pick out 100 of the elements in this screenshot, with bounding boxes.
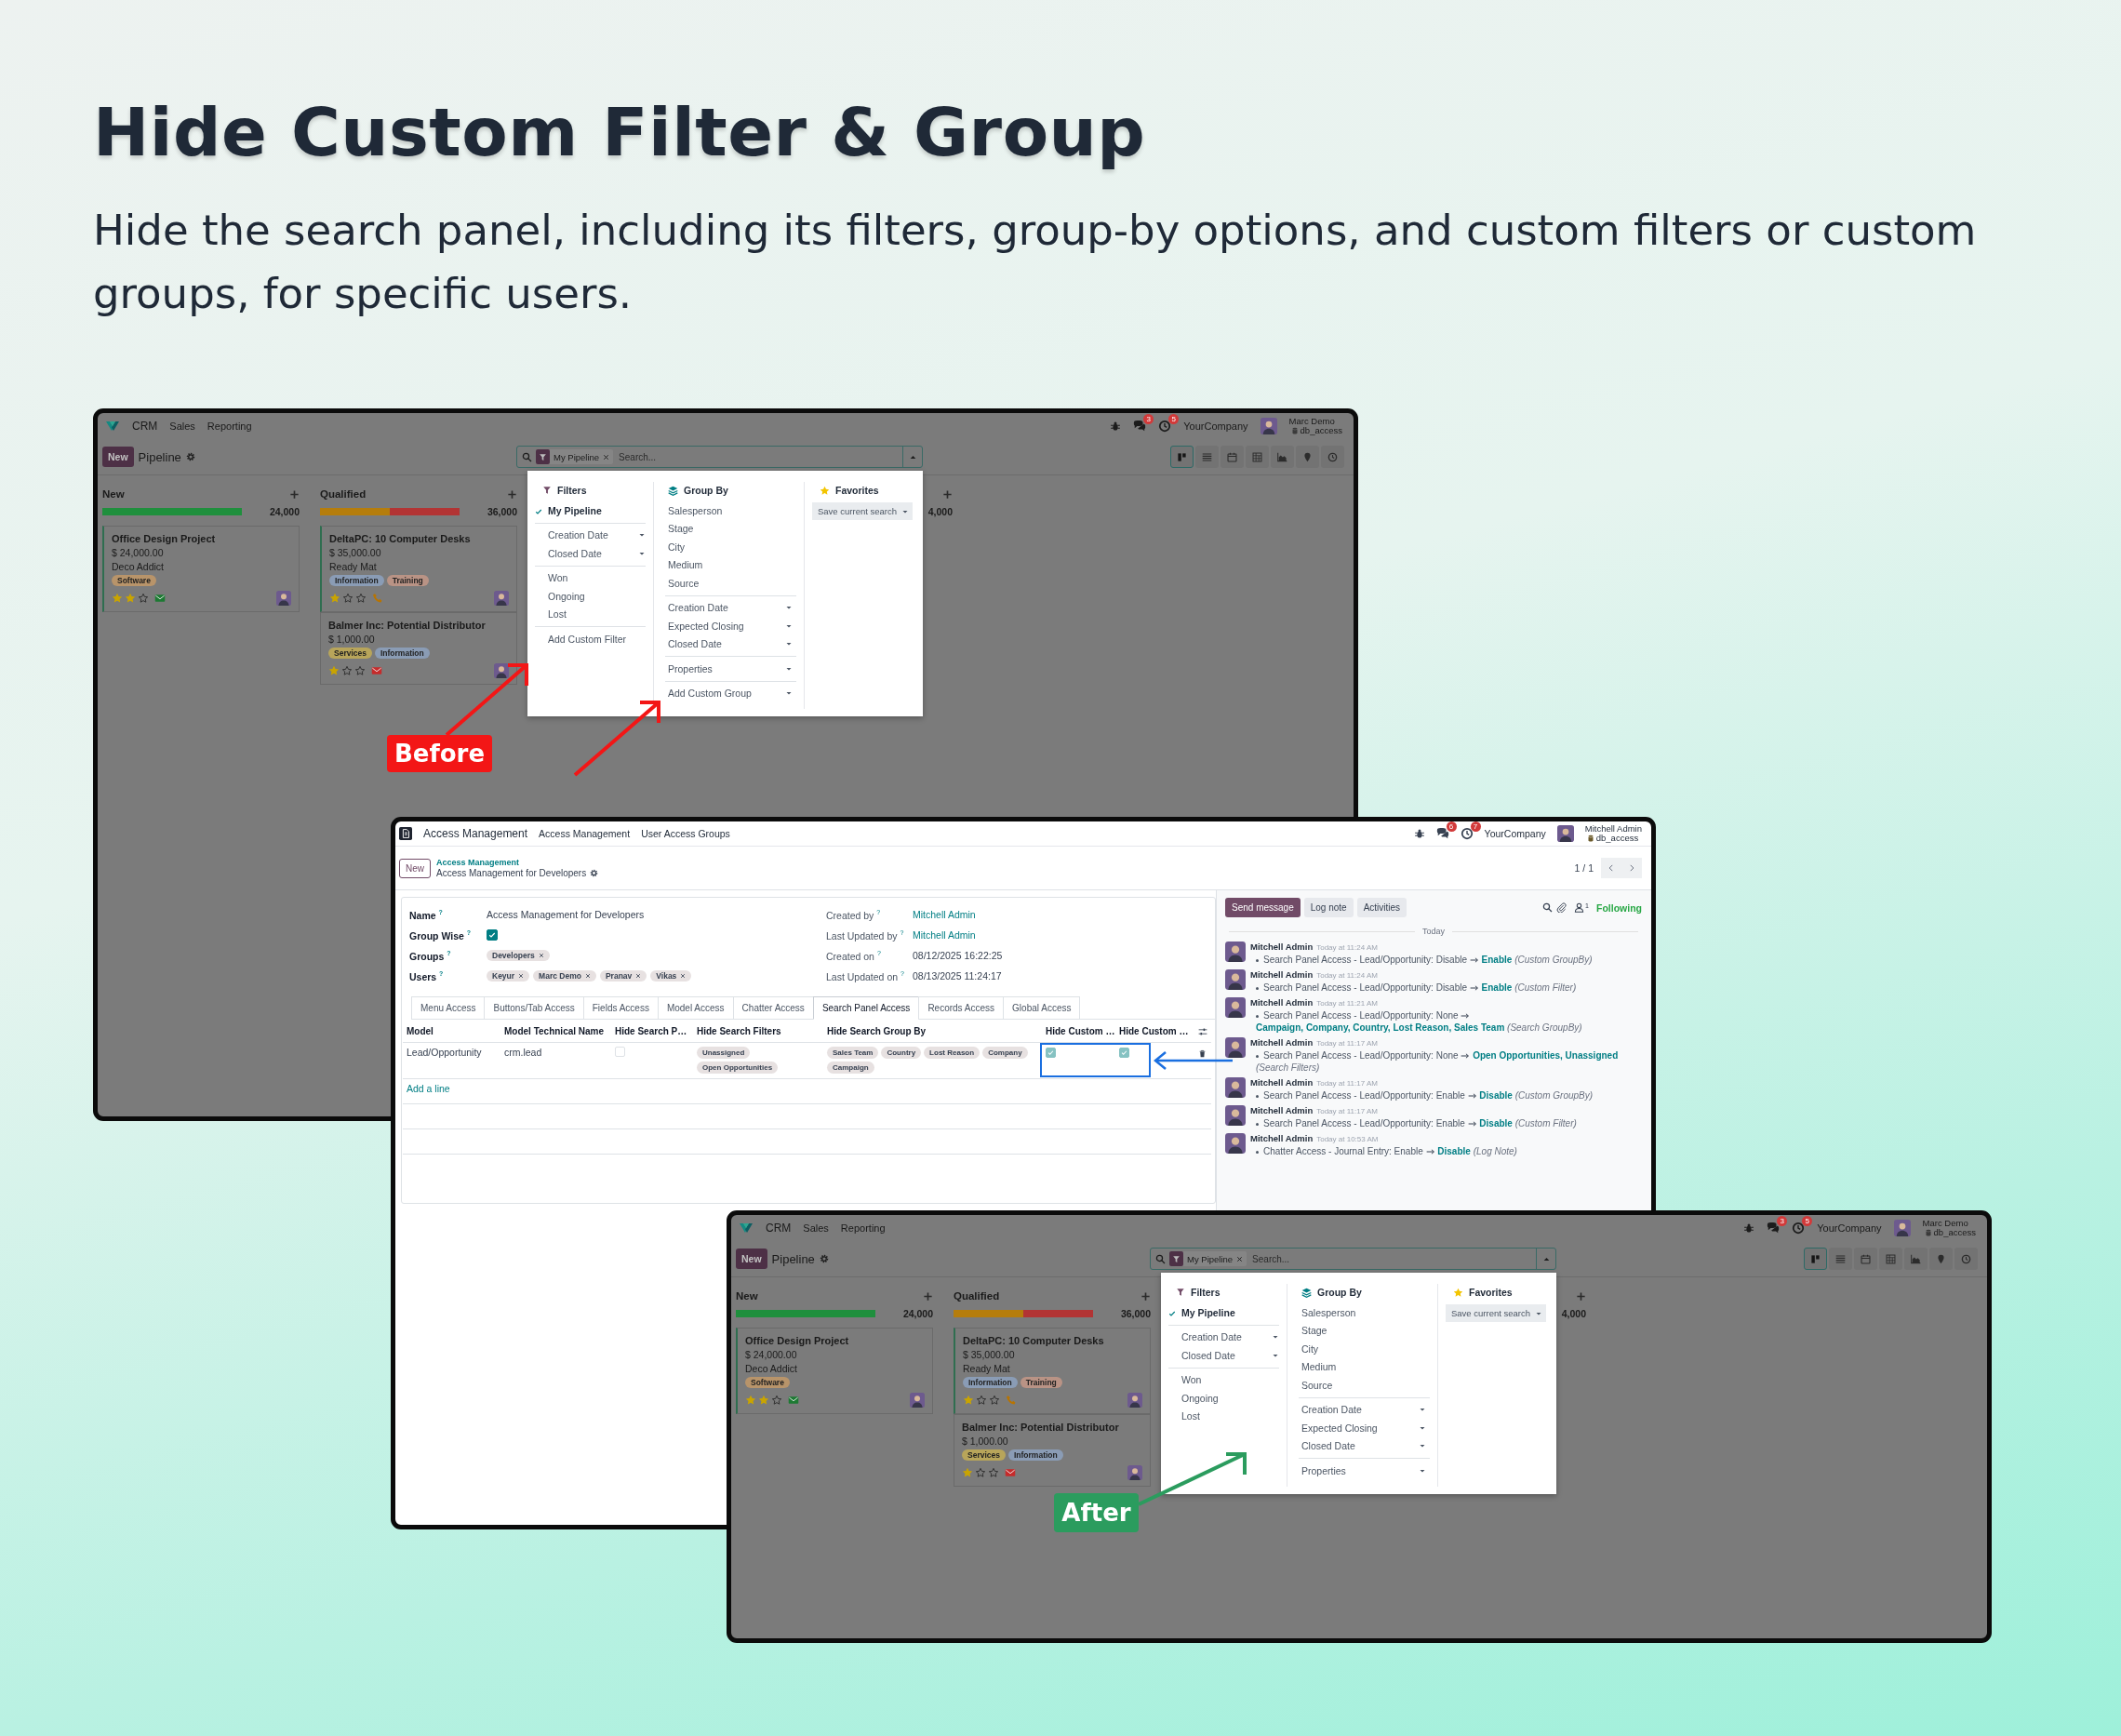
menu-item[interactable]: Reporting (207, 421, 252, 432)
group-by-option[interactable]: Salesperson (665, 501, 796, 520)
trash-icon[interactable] (1198, 1048, 1207, 1058)
menu-item[interactable]: Sales (803, 1222, 829, 1234)
tab[interactable]: Menu Access (411, 996, 486, 1019)
chatter-button[interactable]: Log note (1303, 898, 1354, 917)
map-view-button[interactable] (1929, 1248, 1953, 1270)
clock-icon[interactable] (1792, 1222, 1806, 1235)
star-icon[interactable] (355, 593, 367, 604)
checkbox[interactable] (487, 929, 498, 941)
column-settings-icon[interactable] (1198, 1026, 1207, 1036)
avatar-icon[interactable] (1127, 1393, 1142, 1408)
user-link[interactable]: Mitchell Admin (913, 929, 976, 941)
filter-option[interactable]: Won (1168, 1370, 1279, 1389)
bug-icon[interactable] (1413, 828, 1425, 839)
lead-card[interactable]: DeltaPC: 10 Computer Desks $ 35,000.00 Ready Mat Information Training (320, 526, 517, 612)
graph-view-button[interactable] (1904, 1248, 1928, 1270)
close-icon[interactable] (603, 453, 610, 461)
star-icon[interactable] (328, 665, 340, 676)
add-icon[interactable] (1141, 1290, 1151, 1302)
add-icon[interactable] (289, 488, 300, 500)
group-by-option[interactable]: Add Custom Group (665, 684, 796, 702)
avatar-icon[interactable] (276, 591, 291, 606)
search-field[interactable]: My Pipeline Search... (516, 446, 923, 468)
activity-view-button[interactable] (1321, 446, 1344, 468)
group-by-option[interactable]: Creation Date (665, 598, 796, 617)
menu-item[interactable]: User Access Groups (641, 828, 730, 839)
group-by-option[interactable]: Closed Date (1299, 1436, 1430, 1455)
bug-icon[interactable] (1743, 1222, 1755, 1234)
star-icon[interactable] (112, 593, 123, 604)
group-by-option[interactable]: Medium (665, 555, 796, 574)
star-icon[interactable] (976, 1395, 987, 1406)
settings-icon[interactable] (819, 1254, 829, 1263)
menu-item[interactable]: Access Management (539, 828, 631, 839)
avatar-icon[interactable] (1127, 1465, 1142, 1480)
new-button[interactable]: New (399, 858, 431, 878)
group-by-option[interactable]: Medium (1299, 1357, 1430, 1376)
checkbox[interactable] (1119, 1048, 1129, 1058)
search-field[interactable]: My Pipeline Search... (1150, 1248, 1556, 1270)
save-search-button[interactable]: Save current search (1446, 1304, 1546, 1322)
search-icon[interactable] (1542, 902, 1554, 913)
calendar-view-button[interactable] (1854, 1248, 1877, 1270)
clock-icon[interactable] (1460, 827, 1474, 840)
column-header[interactable]: Model (403, 1020, 500, 1043)
star-icon[interactable] (988, 1467, 999, 1478)
filter-option[interactable]: Closed Date (535, 544, 646, 563)
avatar-icon[interactable] (1260, 418, 1277, 434)
avatar-icon[interactable] (1556, 825, 1574, 842)
remove-icon[interactable] (518, 973, 525, 979)
email-icon[interactable] (371, 665, 382, 676)
add-icon[interactable] (1576, 1290, 1586, 1302)
lead-card[interactable]: Office Design Project $ 24,000.00 Deco Addict Software (736, 1328, 933, 1414)
column-header[interactable]: Hide Custom … (1042, 1020, 1115, 1043)
star-icon[interactable] (138, 593, 149, 604)
app-name[interactable]: CRM (766, 1222, 792, 1235)
new-button[interactable]: New (736, 1249, 767, 1269)
kanban-view-button[interactable] (1170, 446, 1194, 468)
settings-icon[interactable] (590, 869, 599, 877)
paperclip-icon[interactable] (1556, 902, 1567, 913)
filter-option[interactable]: Won (535, 568, 646, 587)
menu-item[interactable]: Reporting (840, 1222, 886, 1234)
company-name[interactable]: YourCompany (1817, 1222, 1882, 1234)
field-value[interactable]: 08/13/2025 11:24:17 (913, 970, 1002, 982)
checkbox[interactable] (1046, 1048, 1056, 1058)
remove-icon[interactable] (584, 973, 591, 979)
group-by-option[interactable]: Source (665, 574, 796, 593)
company-name[interactable]: YourCompany (1183, 421, 1248, 432)
column-header[interactable]: Hide Search Group By (823, 1020, 1042, 1043)
new-button[interactable]: New (102, 447, 134, 467)
star-icon[interactable] (125, 593, 136, 604)
filter-option[interactable]: Lost (535, 605, 646, 623)
menu-item[interactable]: Sales (169, 421, 195, 432)
avatar-icon[interactable] (494, 663, 509, 678)
filter-option[interactable]: Closed Date (1168, 1346, 1279, 1365)
group-by-option[interactable]: Expected Closing (665, 617, 796, 635)
activity-view-button[interactable] (1954, 1248, 1978, 1270)
filter-option[interactable]: Creation Date (1168, 1328, 1279, 1346)
column-header[interactable]: Model Technical Name (500, 1020, 611, 1043)
chat-icon[interactable] (1133, 420, 1147, 433)
list-view-button[interactable] (1829, 1248, 1852, 1270)
graph-view-button[interactable] (1271, 446, 1294, 468)
tab[interactable]: Global Access (1003, 996, 1081, 1019)
pivot-view-button[interactable] (1879, 1248, 1902, 1270)
add-line-link[interactable]: Add a line (407, 1083, 450, 1094)
avatar-icon[interactable] (910, 1393, 925, 1408)
star-icon[interactable] (963, 1395, 974, 1406)
star-icon[interactable] (341, 665, 353, 676)
calendar-view-button[interactable] (1221, 446, 1244, 468)
tab[interactable]: Search Panel Access (812, 996, 920, 1020)
avatar-icon[interactable] (494, 591, 509, 606)
email-icon[interactable] (154, 593, 166, 604)
star-icon[interactable] (354, 665, 366, 676)
app-name[interactable]: Access Management (423, 827, 528, 840)
group-by-option[interactable]: City (1299, 1340, 1430, 1358)
star-icon[interactable] (745, 1395, 756, 1406)
lead-card[interactable]: DeltaPC: 10 Computer Desks $ 35,000.00 Ready Mat Information Training (954, 1328, 1151, 1414)
chatter-button[interactable]: Send message (1225, 898, 1301, 917)
remove-icon[interactable] (635, 973, 642, 979)
group-by-option[interactable]: Closed Date (665, 634, 796, 653)
star-icon[interactable] (342, 593, 354, 604)
